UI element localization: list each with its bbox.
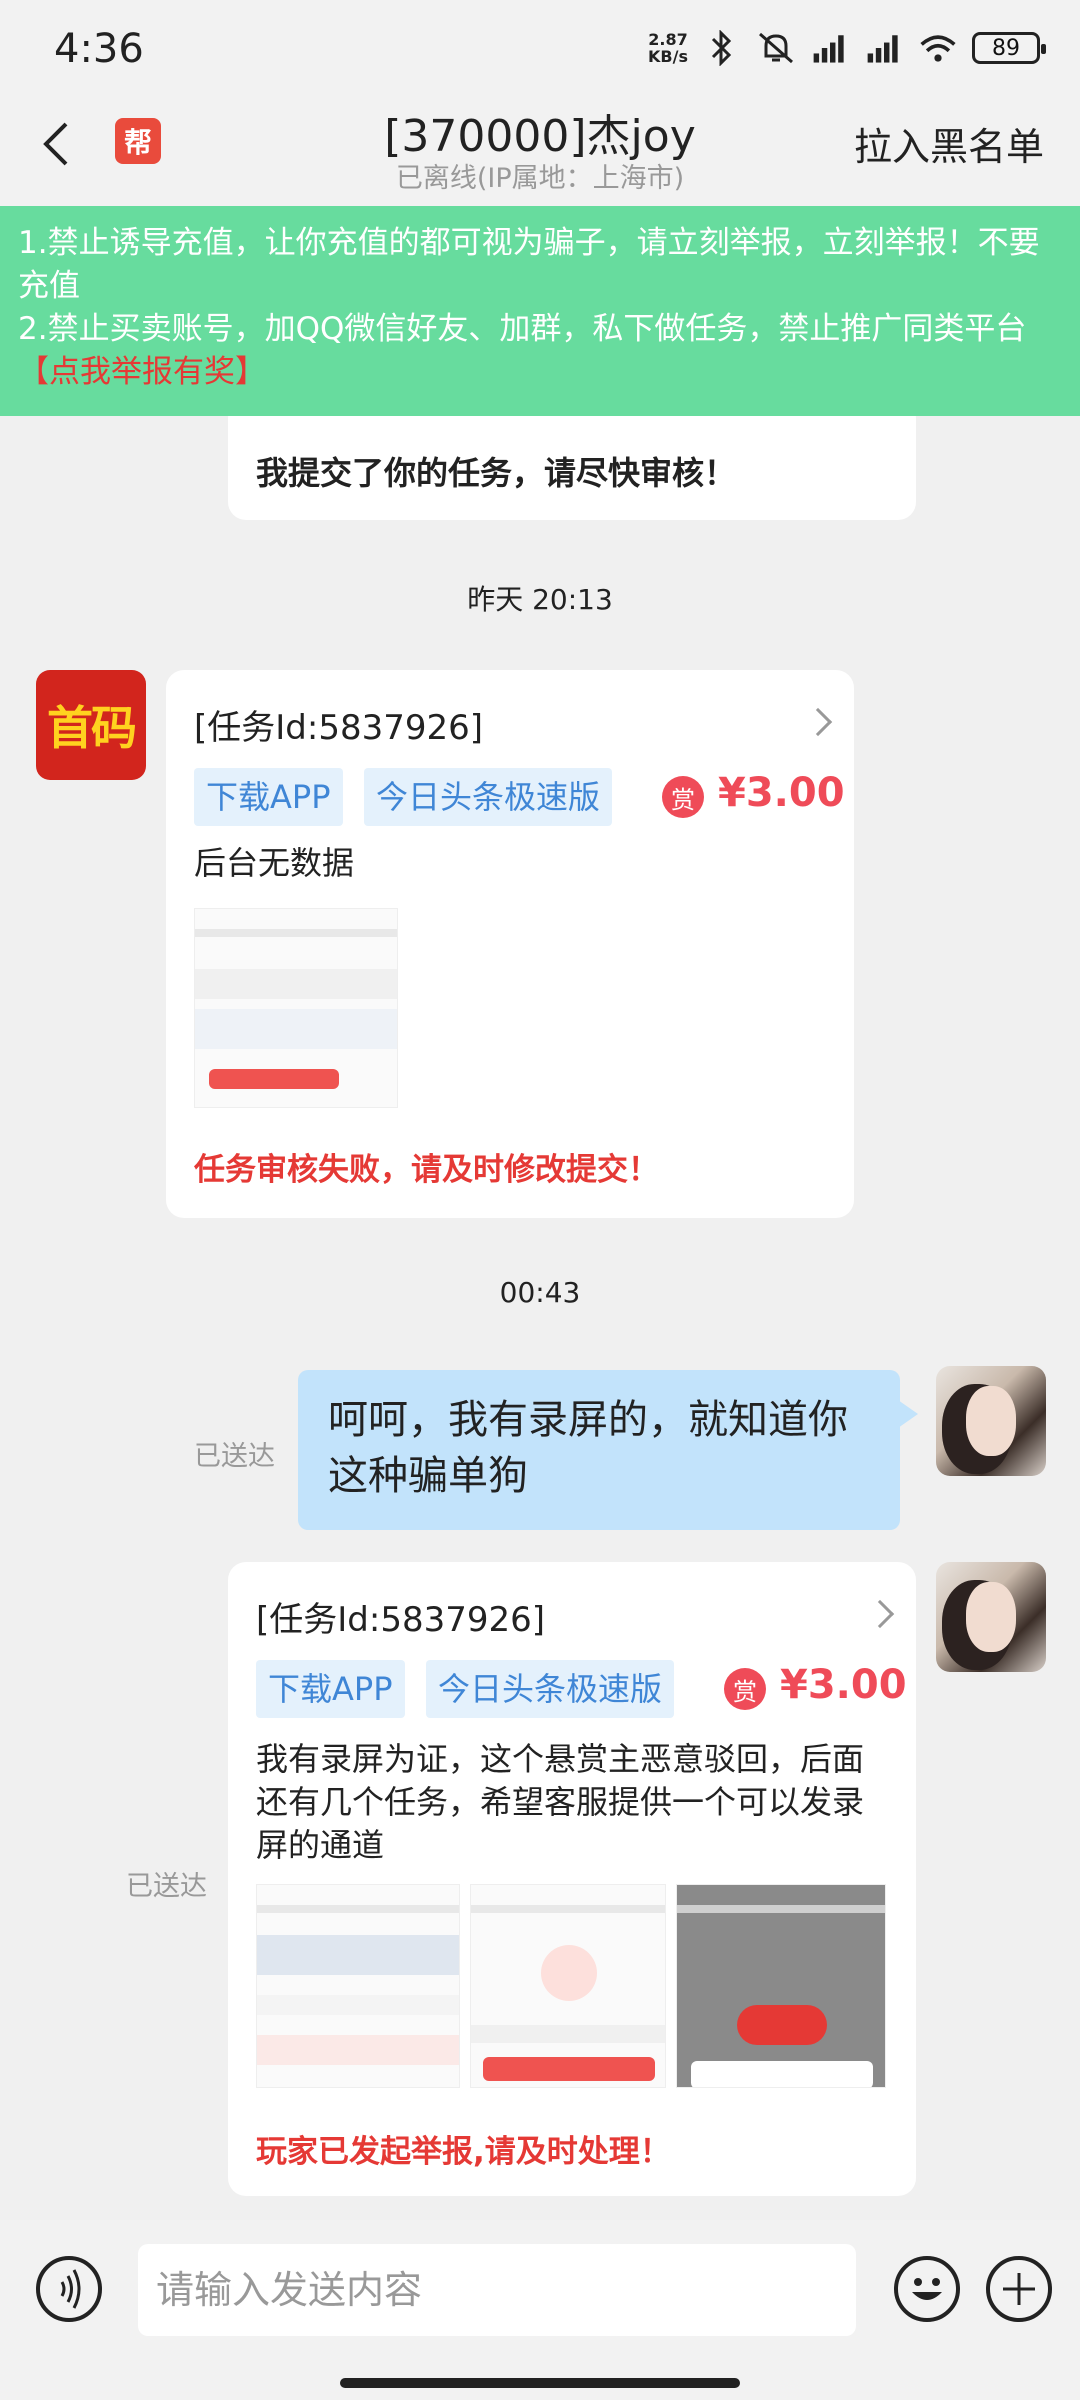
status-icons: 2.87 KB/s 89 xyxy=(648,28,1046,68)
tag-app-name: 今日头条极速版 xyxy=(364,768,613,826)
plus-button[interactable] xyxy=(986,2256,1052,2322)
my-avatar[interactable] xyxy=(936,1366,1046,1476)
tag-download-app-2: 下载APP xyxy=(256,1660,405,1718)
partial-message-text: 我提交了你的任务，请尽快审核！ xyxy=(256,454,737,492)
report-link[interactable]: 【点我举报有奖】 xyxy=(18,354,266,390)
task-id-2: [任务Id:5837926] xyxy=(256,1600,546,1640)
task-card-2[interactable]: [任务Id:5837926] 下载APP 今日头条极速版 赏 ¥3.00 我有录… xyxy=(228,1562,916,2196)
card-message: 后台无数据 xyxy=(194,844,355,882)
app-logo: 帮 xyxy=(115,118,161,164)
task-card-1[interactable]: [任务Id:5837926] 下载APP 今日头条极速版 赏 ¥3.00 后台无… xyxy=(166,670,854,1218)
card-message-2: 我有录屏为证，这个悬赏主恶意驳回，后面还有几个任务，希望客服提供一个可以发录屏的… xyxy=(256,1740,865,1864)
reward-amount-2: ¥3.00 xyxy=(780,1662,907,1708)
screenshot-thumbnail-2[interactable] xyxy=(470,1884,666,2088)
voice-button[interactable] xyxy=(36,2256,102,2322)
notice-line2-wrap: 2.禁止买卖账号，加QQ微信好友、加群，私下做任务，禁止推广同类平台【点我举报有… xyxy=(18,308,1062,394)
network-speed: 2.87 KB/s xyxy=(648,31,688,65)
sender-avatar[interactable]: 首码 xyxy=(36,670,146,780)
message-input[interactable]: 请输入发送内容 xyxy=(138,2244,856,2336)
signal-icon-2 xyxy=(864,28,904,68)
screenshot-thumbnail-1[interactable] xyxy=(256,1884,460,2088)
chevron-right-icon-2 xyxy=(865,1599,895,1629)
status-bar: 4:36 2.87 KB/s 89 xyxy=(0,0,1080,100)
chevron-right-icon xyxy=(803,707,833,737)
tag-app-name-2: 今日头条极速版 xyxy=(426,1660,675,1718)
input-bar: 请输入发送内容 xyxy=(0,2220,1080,2400)
delivered-status: 已送达 xyxy=(194,1441,275,1472)
task-id: [任务Id:5837926] xyxy=(194,708,484,748)
blacklist-button[interactable]: 拉入黑名单 xyxy=(854,116,1044,171)
bluetooth-icon xyxy=(702,28,742,68)
emoji-button[interactable] xyxy=(894,2256,960,2322)
my-message-bubble[interactable]: 呵呵，我有录屏的，就知道你这种骗单狗 xyxy=(298,1370,918,1530)
back-button[interactable] xyxy=(30,112,90,172)
notice-line1: 1.禁止诱导充值，让你充值的都可视为骗子，请立刻举报，立刻举报！不要充值 xyxy=(18,225,1040,304)
reward-badge: 赏 xyxy=(662,776,704,818)
status-time: 4:36 xyxy=(54,26,144,72)
review-failed-alert: 任务审核失败，请及时修改提交！ xyxy=(194,1152,659,1188)
wifi-icon xyxy=(918,28,958,68)
speed-value: 2.87 xyxy=(648,30,688,49)
tag-download-app: 下载APP xyxy=(194,768,343,826)
my-avatar-2[interactable] xyxy=(936,1562,1046,1672)
signal-icon xyxy=(810,28,850,68)
timestamp-1: 昨天 20:13 xyxy=(467,583,613,616)
timestamp-2: 00:43 xyxy=(499,1276,581,1309)
mute-bell-icon xyxy=(756,28,796,68)
notice-line2: 2.禁止买卖账号，加QQ微信好友、加群，私下做任务，禁止推广同类平台 xyxy=(18,311,1027,347)
reward-amount: ¥3.00 xyxy=(718,770,845,816)
screenshot-thumbnail-3[interactable] xyxy=(676,1884,886,2088)
home-indicator[interactable] xyxy=(340,2378,740,2388)
battery-icon: 89 xyxy=(972,32,1046,64)
reward-badge-2: 赏 xyxy=(724,1668,766,1710)
warning-notice: 1.禁止诱导充值，让你充值的都可视为骗子，请立刻举报，立刻举报！不要充值 2.禁… xyxy=(0,206,1080,416)
chat-header: [370000]杰joy 已离线(IP属地：上海市) 帮 拉入黑名单 xyxy=(0,100,1080,206)
partial-message-card: 我提交了你的任务，请尽快审核！ xyxy=(228,400,916,520)
screenshot-thumbnail[interactable] xyxy=(194,908,398,1108)
delivered-status-2: 已送达 xyxy=(126,1871,207,1902)
speed-unit: KB/s xyxy=(648,47,688,66)
report-alert: 玩家已发起举报,请及时处理！ xyxy=(256,2134,671,2170)
